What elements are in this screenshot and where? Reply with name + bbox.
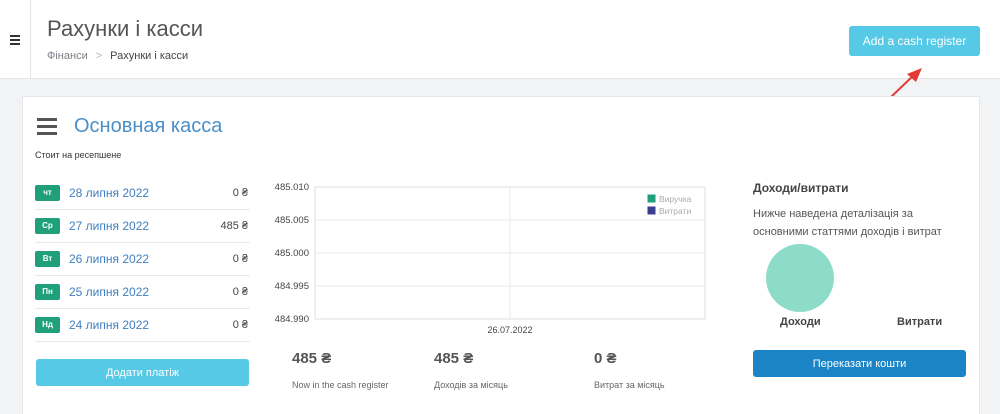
stat-label: Витрат за місяць <box>594 380 665 390</box>
weekday-badge: Вт <box>35 251 60 267</box>
day-date-link[interactable]: 26 липня 2022 <box>69 252 149 266</box>
y-tick-label: 485.005 <box>275 215 309 226</box>
legend-swatch <box>646 193 657 204</box>
stat-value: 485 ₴ <box>292 350 332 367</box>
list-item: Нд 24 липня 2022 0 ₴ <box>35 309 250 342</box>
stat-value: 485 ₴ <box>434 350 474 367</box>
day-date-link[interactable]: 25 липня 2022 <box>69 285 149 299</box>
day-amount: 485 ₴ <box>220 220 248 232</box>
day-date-link[interactable]: 24 липня 2022 <box>69 318 149 332</box>
y-tick-label: 484.990 <box>275 314 309 325</box>
card-header: Основная касса <box>37 115 222 138</box>
list-item: Пн 25 липня 2022 0 ₴ <box>35 276 250 309</box>
stat-now-in-register: 485 ₴ Now in the cash register <box>292 350 389 390</box>
y-tick-label: 485.010 <box>275 182 309 193</box>
income-expense-title: Доходи/витрати <box>753 181 849 195</box>
weekday-badge: чт <box>35 185 60 201</box>
transfer-funds-button[interactable]: Переказати кошти <box>753 350 966 377</box>
income-expense-panel: Доходи/витрати Нижче наведена деталізаці… <box>753 181 973 377</box>
day-amount: 0 ₴ <box>232 253 248 265</box>
y-tick-label: 484.995 <box>275 281 309 292</box>
top-bar: Рахунки і касси Фінанси > Рахунки і касс… <box>0 0 1000 79</box>
day-amount: 0 ₴ <box>232 286 248 298</box>
breadcrumb-finance-link[interactable]: Фінанси <box>47 50 88 62</box>
x-tick-label: 26.07.2022 <box>487 325 532 335</box>
cash-register-title: Основная касса <box>74 115 223 137</box>
add-payment-button[interactable]: Додати платіж <box>36 359 249 386</box>
legend-swatch <box>646 205 657 216</box>
menu-toggle-button[interactable] <box>0 0 31 79</box>
pie-slice <box>766 244 834 312</box>
pie-label-income: Доходи <box>780 316 821 328</box>
weekday-badge: Пн <box>35 284 60 300</box>
day-amount: 0 ₴ <box>232 319 248 331</box>
income-expense-pie <box>766 244 834 312</box>
weekday-badge: Ср <box>35 218 60 234</box>
page-title: Рахунки і касси <box>47 16 203 41</box>
breadcrumb-current: Рахунки і касси <box>110 50 189 62</box>
weekday-badge: Нд <box>35 317 60 333</box>
income-expense-description: Нижче наведена деталізація за основними … <box>753 208 942 238</box>
chart-svg: 485.010 485.005 485.000 484.995 484.990 26.07… <box>275 182 706 335</box>
stat-month-income: 485 ₴ Доходів за місяць <box>434 350 508 390</box>
revenue-chart: 485.010 485.005 485.000 484.995 484.990 26.07… <box>269 179 709 339</box>
card-menu-icon[interactable] <box>37 118 57 135</box>
stat-label: Now in the cash register <box>292 380 389 390</box>
hamburger-icon <box>10 34 20 45</box>
cash-register-card: Основная касса Стоит на ресепшене чт 28 … <box>22 96 980 414</box>
list-item: чт 28 липня 2022 0 ₴ <box>35 177 250 210</box>
breadcrumb-separator: > <box>95 50 103 62</box>
cash-register-subtitle: Стоит на ресепшене <box>35 150 122 160</box>
day-date-link[interactable]: 28 липня 2022 <box>69 186 149 200</box>
breadcrumb: Фінанси > Рахунки і касси <box>47 50 188 62</box>
list-item: Вт 26 липня 2022 0 ₴ <box>35 243 250 276</box>
y-tick-label: 485.000 <box>275 248 309 259</box>
day-date-link[interactable]: 27 липня 2022 <box>69 219 149 233</box>
pie-label-expenses: Витрати <box>897 316 943 328</box>
stat-month-expenses: 0 ₴ Витрат за місяць <box>594 350 665 390</box>
stat-value: 0 ₴ <box>594 350 617 367</box>
add-cash-register-button[interactable]: Add a cash register <box>849 26 980 56</box>
day-list: чт 28 липня 2022 0 ₴ Ср 27 липня 2022 48… <box>35 177 250 342</box>
day-amount: 0 ₴ <box>232 187 248 199</box>
stat-label: Доходів за місяць <box>434 380 508 390</box>
list-item: Ср 27 липня 2022 485 ₴ <box>35 210 250 243</box>
legend-label: Виручка <box>659 194 692 204</box>
legend-label: Витрати <box>659 206 691 216</box>
